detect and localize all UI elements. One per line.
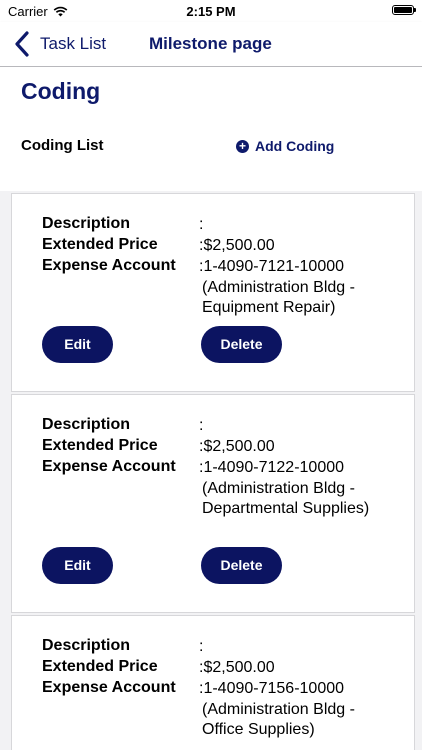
status-bar: Carrier 2:15 PM <box>0 0 422 22</box>
nav-title: Milestone page <box>149 34 272 53</box>
description-label: Description <box>42 416 131 433</box>
expense-account-label: Expense Account <box>42 679 176 696</box>
battery-icon <box>392 5 416 15</box>
page-title: Coding <box>21 78 101 104</box>
add-coding-button[interactable]: + Add Coding <box>236 138 334 154</box>
plus-circle-icon: + <box>236 139 249 153</box>
description-value: : <box>199 216 204 233</box>
coding-card: Description : Extended Price :$2,500.00 … <box>11 394 415 613</box>
expense-account-value-block: :1-4090-7156-10000 (Administration Bldg … <box>199 679 399 741</box>
description-value: : <box>199 417 204 434</box>
extended-price-value: :$2,500.00 <box>199 237 275 254</box>
extended-price-label: Extended Price <box>42 236 158 253</box>
expense-account-label: Expense Account <box>42 257 176 274</box>
edit-button[interactable]: Edit <box>42 326 113 363</box>
expense-account-value: :1-4090-7121-10000 <box>199 258 345 275</box>
expense-account-label: Expense Account <box>42 458 176 475</box>
coding-list-label: Coding List <box>21 137 104 154</box>
status-time: 2:15 PM <box>186 4 236 19</box>
header-section: Coding Coding List + Add Coding <box>0 67 422 191</box>
coding-card: Description : Extended Price :$2,500.00 … <box>11 615 415 750</box>
delete-button[interactable]: Delete <box>201 547 282 584</box>
description-value: : <box>199 638 204 655</box>
chevron-left-icon <box>15 31 29 57</box>
description-label: Description <box>42 215 131 232</box>
extended-price-label: Extended Price <box>42 437 158 454</box>
navigation-bar: Task List Milestone page <box>0 22 422 67</box>
coding-card: Description : Extended Price :$2,500.00 … <box>11 193 415 392</box>
extended-price-label: Extended Price <box>42 658 158 675</box>
expense-account-value-block: :1-4090-7122-10000 (Administration Bldg … <box>199 458 399 520</box>
expense-account-value: :1-4090-7122-10000 <box>199 459 345 476</box>
expense-account-detail: (Administration Bldg - Departmental Supp… <box>202 479 370 518</box>
back-button[interactable]: Task List <box>14 22 106 66</box>
delete-button[interactable]: Delete <box>201 326 282 363</box>
add-coding-label: Add Coding <box>255 138 335 154</box>
expense-account-detail: (Administration Bldg - Equipment Repair) <box>202 278 355 317</box>
edit-button[interactable]: Edit <box>42 547 113 584</box>
expense-account-value-block: :1-4090-7121-10000 (Administration Bldg … <box>199 257 399 319</box>
extended-price-value: :$2,500.00 <box>199 659 275 676</box>
expense-account-value: :1-4090-7156-10000 <box>199 680 345 697</box>
expense-account-detail: (Administration Bldg - Office Supplies) <box>202 700 355 739</box>
extended-price-value: :$2,500.00 <box>199 438 275 455</box>
description-label: Description <box>42 637 131 654</box>
back-button-label: Task List <box>40 34 107 53</box>
